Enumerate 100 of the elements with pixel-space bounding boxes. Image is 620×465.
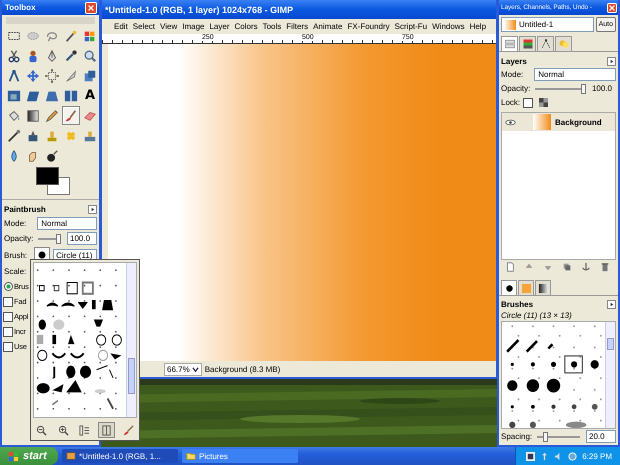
menu-item[interactable]: Colors	[234, 21, 258, 32]
layer-action-button[interactable]	[504, 262, 517, 274]
eye-icon[interactable]	[505, 118, 516, 126]
opacity-field[interactable]: 100.0	[67, 232, 97, 245]
slider-thumb[interactable]	[580, 84, 586, 94]
gradient-icon	[538, 282, 548, 294]
close-button[interactable]	[85, 2, 97, 14]
checkbox[interactable]	[3, 342, 13, 352]
opacity-value[interactable]: 100.0	[592, 84, 612, 93]
arrow-icon	[608, 300, 615, 308]
color-swatches-drawing[interactable]	[36, 167, 70, 195]
checkbox[interactable]	[3, 312, 13, 322]
close-icon	[608, 4, 616, 12]
magnifier-icon	[83, 48, 97, 62]
stamp-icon	[83, 128, 97, 142]
layer-thumbnail	[533, 114, 551, 130]
menu-item[interactable]: Image	[182, 21, 204, 32]
panel-menu-button[interactable]	[607, 300, 616, 308]
ball-icon	[45, 148, 59, 162]
paintbrush-icon	[64, 108, 78, 122]
gradient-icon	[26, 108, 40, 122]
spacing-field[interactable]: 20.0	[586, 430, 616, 443]
menu-item[interactable]: Select	[132, 21, 156, 32]
zoom-out-icon	[36, 424, 48, 436]
taskbar-button[interactable]: *Untitled-1.0 (RGB, 1...	[62, 449, 178, 463]
panel-title: Brushes	[501, 300, 534, 308]
slider-thumb[interactable]	[542, 432, 548, 442]
bandage-icon	[64, 128, 78, 142]
menu-item[interactable]: Tools	[262, 21, 282, 32]
layer-row[interactable]: Background	[502, 113, 615, 131]
scale-icon	[7, 88, 21, 102]
dock-tab[interactable]	[537, 36, 554, 51]
spacing-label: Spacing:	[501, 432, 532, 441]
align-icon	[45, 68, 59, 82]
ink-pen-icon	[26, 128, 40, 142]
menu-item[interactable]: Animate	[313, 21, 342, 32]
dot-icon	[37, 250, 48, 260]
mode-dropdown[interactable]: Normal	[37, 217, 97, 230]
panel-title: Layers	[501, 56, 527, 66]
taskbar-button[interactable]: Pictures	[182, 449, 298, 463]
panel-menu-button[interactable]	[88, 204, 97, 214]
folder-icon	[186, 451, 196, 461]
square-icon	[520, 282, 532, 294]
menu-item[interactable]: Script-Fu	[394, 21, 428, 32]
scrollbar[interactable]	[126, 263, 136, 417]
trash-icon	[600, 262, 610, 272]
close-button[interactable]	[607, 2, 617, 12]
clock: 6:29 PM	[582, 452, 612, 460]
stamp-icon	[45, 128, 59, 142]
status-text: Background (8.3 MB)	[204, 364, 280, 374]
flip-icon	[64, 88, 78, 102]
image-dropdown[interactable]: Untitled-1	[501, 17, 594, 32]
scissors-icon	[7, 48, 21, 62]
slider-thumb[interactable]	[56, 234, 61, 244]
undo-icon	[558, 38, 570, 50]
compass-icon	[7, 68, 21, 82]
lock-checkbox[interactable]	[523, 98, 534, 108]
zoom-dropdown[interactable]: 66.7%	[164, 362, 202, 376]
image-name: Untitled-1	[519, 20, 554, 29]
menu-item[interactable]: View	[160, 21, 178, 32]
tool-button[interactable]	[43, 66, 61, 85]
perspective-icon	[45, 88, 59, 102]
color-grid-icon	[83, 28, 97, 42]
flag-icon	[8, 450, 19, 462]
mode-label: Mode:	[4, 219, 26, 228]
opacity-label: Opacity:	[501, 84, 530, 93]
layers-icon	[504, 38, 516, 50]
brush-label: Brush:	[4, 250, 28, 260]
panel-menu-button[interactable]	[607, 56, 616, 66]
menu-item[interactable]: FX-Foundry	[347, 21, 390, 32]
dock-tab[interactable]	[535, 280, 551, 295]
menu-item[interactable]: Windows	[432, 21, 465, 32]
window-title: Toolbox	[5, 3, 36, 12]
view-button[interactable]	[98, 422, 116, 438]
airbrush-icon	[7, 128, 21, 142]
scrollbar[interactable]	[605, 322, 615, 428]
menu-item[interactable]: Filters	[286, 21, 308, 32]
checkbox[interactable]	[3, 326, 13, 336]
zoom-in-icon	[58, 424, 69, 436]
shear-icon	[26, 88, 40, 102]
mode-dropdown[interactable]: Normal	[534, 68, 616, 81]
dock-tab[interactable]	[501, 280, 517, 295]
mode-label: Mode:	[501, 70, 524, 79]
grid-view-icon	[101, 424, 112, 436]
brush-name: Circle (11) (13 × 13)	[501, 311, 573, 320]
lock-label: Lock:	[501, 98, 520, 107]
window-title: *Untitled-1.0 (RGB, 1 layer) 1024x768 - GIMP	[105, 4, 294, 14]
checkerboard-icon	[539, 98, 548, 107]
tool-button[interactable]: A	[81, 86, 99, 105]
wand-icon	[64, 28, 78, 42]
menu-item[interactable]: Layer	[209, 21, 230, 32]
move-arrows-icon	[26, 68, 40, 82]
menu-item[interactable]: Help	[470, 21, 486, 32]
close-icon	[87, 4, 95, 12]
menu-item[interactable]: Edit	[114, 21, 128, 32]
tool-options-title: Paintbrush	[4, 204, 46, 214]
paintbrush-icon	[122, 424, 134, 436]
stack-icon	[522, 38, 534, 50]
checkbox[interactable]	[3, 296, 13, 306]
radio-button[interactable]	[4, 282, 13, 291]
